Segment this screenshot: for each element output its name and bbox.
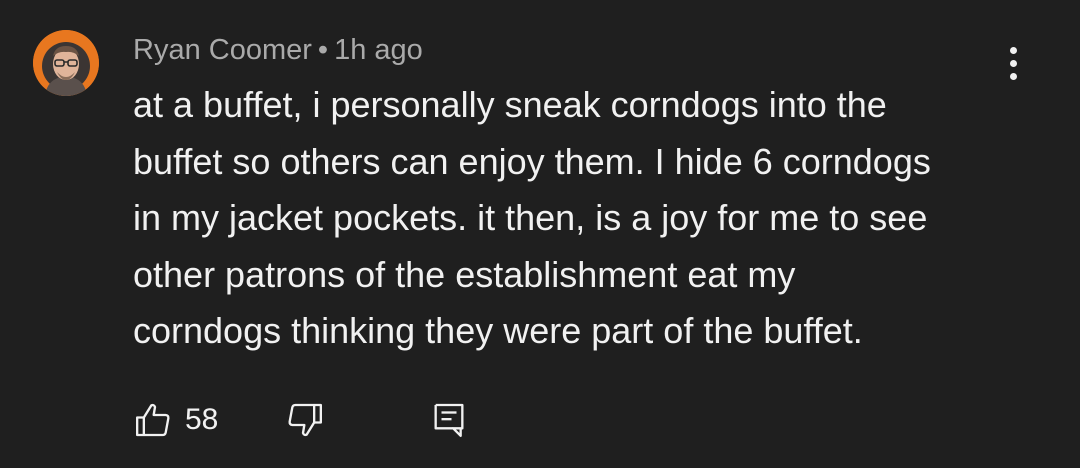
comment-text-line: buffet so others can enjoy them. I hide … (133, 140, 931, 182)
like-count: 58 (185, 403, 219, 436)
dislike-button[interactable] (285, 398, 325, 442)
avatar-image (33, 30, 99, 96)
comment-card: Ryan Coomer • 1h ago at a buffet, i person… (0, 0, 1080, 468)
comment-text-line: at a buffet, i personally sneak corndogs… (133, 84, 887, 125)
comment-text-line: other patrons of the establishment eat m… (133, 253, 796, 295)
comment-text: at a buffet, i personally sneak corndogs… (133, 77, 1013, 360)
comment-timestamp: 1h ago (334, 34, 423, 66)
thumbs-up-icon (136, 403, 170, 437)
reply-comment-icon (434, 403, 464, 437)
reply-button[interactable] (429, 398, 469, 442)
thumbs-down-icon (288, 403, 322, 437)
comment-text-line: corndogs thinking they were part of the … (133, 310, 863, 352)
like-button[interactable]: 58 (133, 398, 218, 442)
author-avatar[interactable] (33, 30, 99, 96)
meta-separator: • (317, 34, 329, 66)
comment-actions: 58 (133, 398, 533, 442)
author-name[interactable]: Ryan Coomer (133, 34, 312, 66)
comment-meta: Ryan Coomer • 1h ago (133, 30, 423, 70)
comment-text-line: in my jacket pockets. it then, is a joy … (133, 197, 928, 239)
